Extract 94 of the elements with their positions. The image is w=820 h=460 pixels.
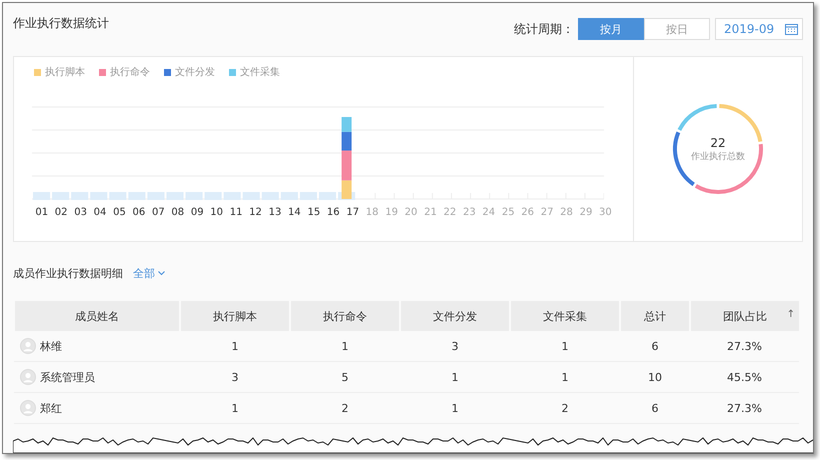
day-label: 21 xyxy=(423,207,438,218)
day-bar xyxy=(186,192,203,200)
table-cell: 6 xyxy=(620,392,690,424)
day-bar xyxy=(300,192,317,200)
day-bar xyxy=(90,192,108,200)
table-cell: 2 xyxy=(290,392,400,424)
day-label: 25 xyxy=(500,207,516,218)
table-cell: 27.3% xyxy=(690,392,799,424)
column-header[interactable]: 执行命令 xyxy=(290,301,400,331)
day-label: 01 xyxy=(34,207,50,218)
column-header[interactable]: 执行脚本 xyxy=(180,301,290,331)
day-label: 22 xyxy=(442,207,458,218)
avatar-icon xyxy=(20,338,36,354)
caret-icon xyxy=(158,270,165,276)
bar-segment xyxy=(342,117,352,132)
month-field[interactable]: 2019-09 xyxy=(715,18,803,40)
day-label: 05 xyxy=(112,207,127,218)
table-cell: 1 xyxy=(510,362,620,392)
calendar-icon xyxy=(785,23,798,35)
day-label: 17 xyxy=(345,207,360,218)
day-bar xyxy=(71,192,88,200)
table-cell: 6 xyxy=(620,331,690,362)
legend-item[interactable]: 执行命令 xyxy=(99,65,150,79)
section-title: 成员作业执行数据明细 xyxy=(13,266,123,280)
legend-item[interactable]: 文件分发 xyxy=(164,65,215,79)
day-label: 20 xyxy=(404,207,418,218)
day-bar xyxy=(204,192,222,200)
day-label: 30 xyxy=(598,207,613,218)
member-name: 林维 xyxy=(40,338,62,354)
column-header[interactable]: 成员姓名 xyxy=(14,301,180,331)
day-label: 03 xyxy=(73,207,88,218)
day-label: 28 xyxy=(559,207,574,218)
day-label: 16 xyxy=(326,207,341,218)
avatar-icon xyxy=(20,369,36,385)
day-label: 18 xyxy=(364,207,380,218)
day-bar xyxy=(280,192,298,200)
period-label: 统计周期： xyxy=(514,20,574,38)
day-label: 04 xyxy=(92,207,108,218)
total-label: 作业执行总数 xyxy=(691,150,745,162)
day-label: 29 xyxy=(578,207,594,218)
legend-item[interactable]: 文件采集 xyxy=(229,65,280,79)
day-bar xyxy=(242,192,260,200)
day-label: 23 xyxy=(462,207,477,218)
day-bar xyxy=(262,192,279,200)
day-label: 13 xyxy=(268,207,282,218)
table-cell: 2 xyxy=(510,392,620,424)
filter-dropdown[interactable]: 全部 xyxy=(133,266,165,280)
table-cell: 1 xyxy=(400,362,510,392)
avatar-icon xyxy=(20,400,36,416)
page-title: 作业执行数据统计 xyxy=(13,15,110,32)
day-bar xyxy=(166,192,184,200)
sort-icon[interactable]: ↑ xyxy=(786,309,795,320)
total-count: 22 xyxy=(710,136,726,150)
period-tab[interactable]: 按日 xyxy=(644,18,710,40)
column-header[interactable]: 总计 xyxy=(620,301,690,331)
day-label: 12 xyxy=(248,207,263,218)
table-cell: 5 xyxy=(290,362,400,392)
column-header[interactable]: 文件分发 xyxy=(400,301,510,331)
table-cell: 3 xyxy=(180,362,290,392)
member-name: 系统管理员 xyxy=(40,370,95,384)
day-label: 09 xyxy=(190,207,205,218)
day-bar xyxy=(224,192,241,200)
day-label: 24 xyxy=(481,207,496,218)
day-bar xyxy=(319,192,336,200)
day-bar xyxy=(52,192,70,200)
table-cell: 1 xyxy=(180,331,290,362)
day-label: 06 xyxy=(132,207,146,218)
day-label: 26 xyxy=(520,207,536,218)
day-label: 15 xyxy=(306,207,322,218)
period-tab[interactable]: 按月 xyxy=(578,18,644,40)
day-label: 19 xyxy=(384,207,399,218)
day-bar xyxy=(109,192,126,200)
day-label: 14 xyxy=(287,207,302,218)
day-bar xyxy=(128,192,146,200)
day-label: 11 xyxy=(228,207,244,218)
day-label: 07 xyxy=(150,207,166,218)
day-bar xyxy=(147,192,164,200)
table-cell: 1 xyxy=(180,392,290,424)
day-bar xyxy=(33,192,50,200)
table-cell: 27.3% xyxy=(690,331,799,362)
table-cell: 10 xyxy=(620,362,690,392)
day-label: 02 xyxy=(54,207,69,218)
table-cell: 1 xyxy=(400,392,510,424)
table-cell: 1 xyxy=(510,331,620,362)
column-header[interactable]: 团队占比 ↑ xyxy=(690,301,799,331)
table-cell: 3 xyxy=(400,331,510,362)
column-header[interactable]: 文件采集 xyxy=(510,301,620,331)
legend-item[interactable]: 执行脚本 xyxy=(34,65,85,79)
table-cell: 1 xyxy=(290,331,400,362)
day-label: 08 xyxy=(170,207,186,218)
day-label: 10 xyxy=(209,207,224,218)
member-name: 郑红 xyxy=(40,400,62,416)
day-label: 27 xyxy=(540,207,554,218)
table-cell: 45.5% xyxy=(690,362,799,392)
